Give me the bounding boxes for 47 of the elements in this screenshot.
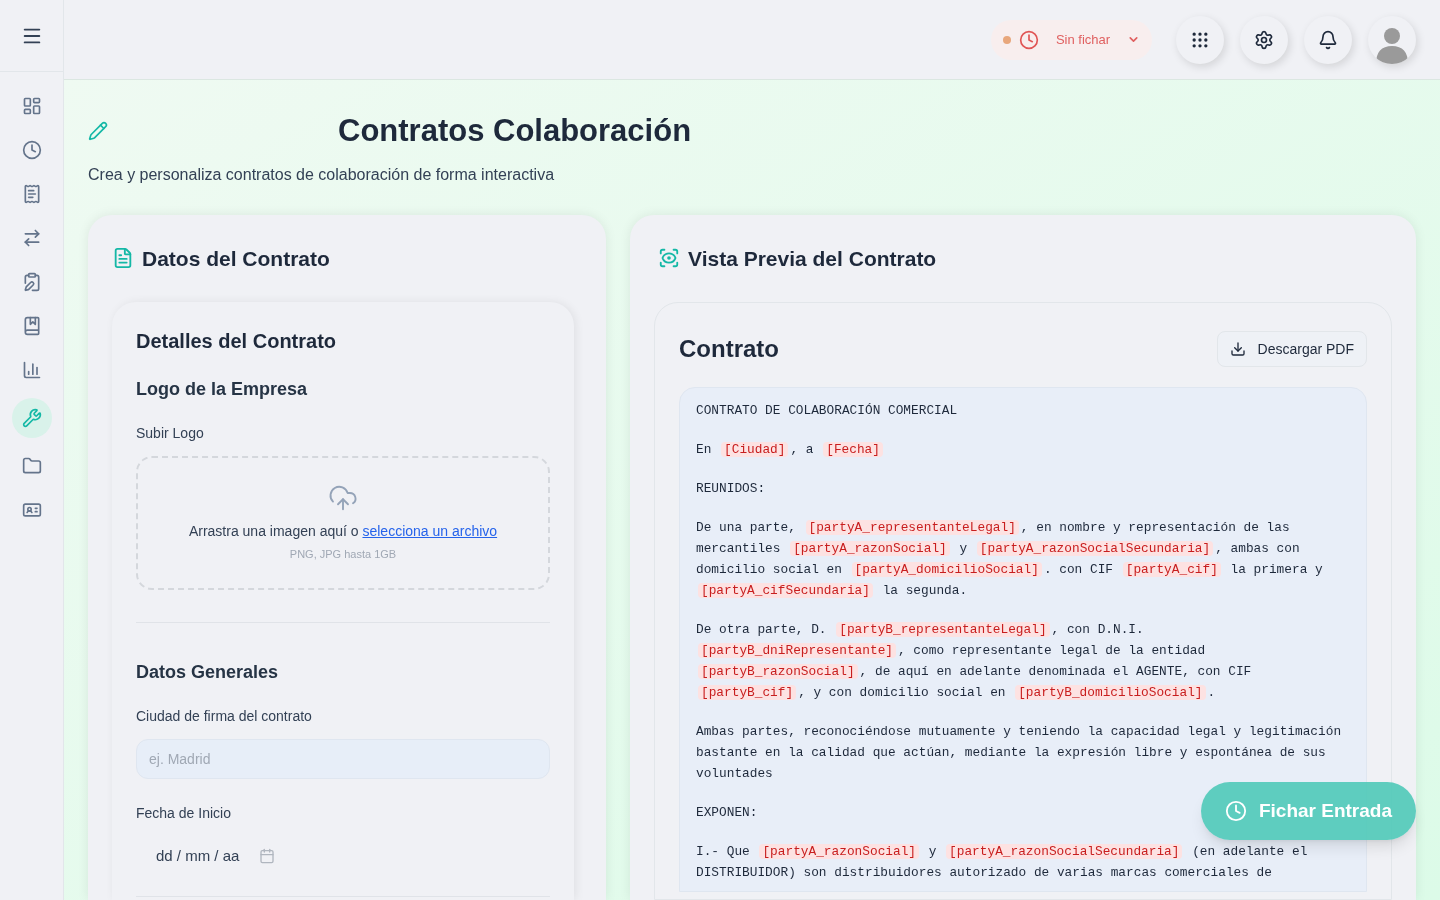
receipt-icon: [21, 184, 42, 204]
field-label: Ciudad de firma del contrato: [136, 707, 313, 726]
notifications-button[interactable]: [1304, 15, 1352, 64]
settings-icon: [1254, 29, 1274, 50]
folder-icon: [21, 456, 42, 476]
download-pdf-button[interactable]: Descargar PDF: [1216, 331, 1367, 367]
clock-icon: [1019, 29, 1039, 50]
document-icon: [112, 247, 134, 270]
calendar-icon: [259, 848, 276, 864]
contract-paragraph: EXPONEN:: [696, 804, 758, 822]
contract-paragraph: REUNIDOS:: [696, 480, 766, 498]
field-label: Subir Logo: [136, 424, 205, 443]
dashboard-icon: [21, 96, 42, 116]
date-input[interactable]: dd / mm / aa: [136, 836, 296, 876]
card-title: Vista Previa del Contrato: [688, 245, 937, 272]
subsection-title: Logo de la Empresa: [136, 378, 309, 401]
contract-paragraph: De otra parte, D. [partyB_representanteLegal] , con D.N.I. [partyB_dniRepresentante] , como representante legal de la entidad [partyB_razonSocial] , de aquí en adelante denominada el AGENTE, con CIF [partyB_cif] , y con domicilio social en [partyB_domicilioSocial] .: [696, 621, 1253, 702]
settings-button[interactable]: [1240, 15, 1288, 64]
clock-icon: [21, 140, 42, 160]
page-title: Contratos Colaboración: [338, 112, 692, 150]
contract-paragraph: Ambas partes, reconociéndose mutuamente y teniendo la capacidad legal y legitimación bastante en la calidad que actúan, mediante la expresión libre y espontánea de sus voluntades: [696, 723, 1343, 783]
upload-hint: PNG, JPG hasta 1GB: [289, 547, 397, 563]
pencil-icon: [88, 121, 108, 142]
dropzone-text: Arrastra una imagen aquí o selecciona un archivo: [188, 522, 498, 542]
contract-paragraph: De una parte, [partyA_representanteLegal] , en nombre y representación de las mercantiles [partyA_razonSocial] y [partyA_razonSocialSecundaria] , ambas con domicilio social en [partyA_domicilioSocial] . con CIF [partyA_cif] la primera y [partyA_cifSecundaria] la segunda.: [696, 519, 1324, 600]
download-icon: [1229, 341, 1246, 357]
city-input[interactable]: ej. Madrid: [136, 739, 550, 779]
id-card-icon: [21, 500, 42, 520]
select-file-link[interactable]: selecciona un archivo: [362, 523, 498, 540]
clock-icon: [1224, 800, 1247, 822]
eye-icon: [658, 247, 680, 270]
bell-icon: [1318, 29, 1338, 50]
sidebar-item[interactable]: [11, 398, 52, 438]
wrench-icon: [21, 408, 42, 428]
field-label: Fecha de Inicio: [136, 804, 232, 823]
contract-paragraph: En [Ciudad] , a [Fecha]: [696, 439, 885, 460]
upload-dropzone[interactable]: Arrastra una imagen aquí o selecciona un archivo PNG, JPG hasta 1GB: [136, 456, 550, 590]
apps-button[interactable]: [1176, 15, 1224, 64]
subsection-title: Datos Generales: [136, 661, 280, 684]
page-subtitle: Crea y personaliza contratos de colaboración de forma interactiva: [88, 164, 556, 185]
bar-chart-icon: [21, 360, 42, 380]
avatar[interactable]: [1368, 15, 1416, 64]
contract-paragraph: CONTRATO DE COLABORACIÓN COMERCIAL: [696, 402, 958, 420]
card-title: Datos del Contrato: [142, 245, 330, 272]
document-title: Contrato: [679, 334, 779, 364]
contract-paragraph: I.- Que [partyA_razonSocial] y [partyA_razonSocialSecundaria] (en adelante el DISTRIBUIDOR) son distribuidores autorizado de varias marcas comerciales de: [696, 843, 1309, 882]
section-title: Detalles del Contrato: [136, 329, 338, 354]
